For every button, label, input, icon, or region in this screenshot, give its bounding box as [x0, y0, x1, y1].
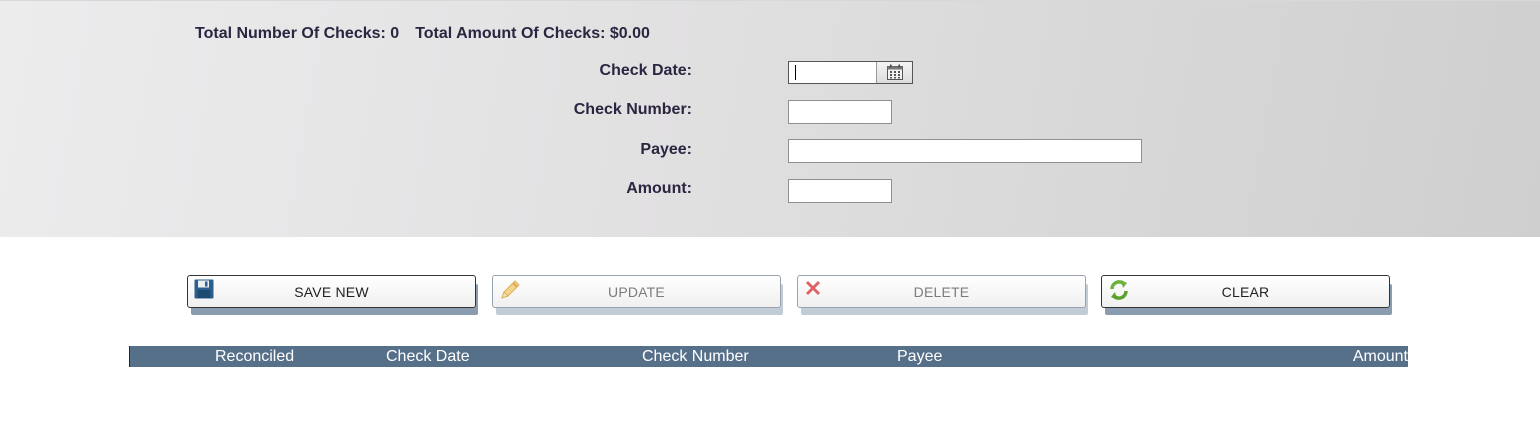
amount-label: Amount:	[626, 180, 692, 197]
payee-label: Payee:	[640, 141, 692, 158]
check-date-picker[interactable]	[788, 61, 913, 84]
clear-label: CLEAR	[1221, 284, 1270, 300]
check-number-label: Check Number:	[573, 101, 692, 118]
check-date-label: Check Date:	[599, 62, 692, 79]
text-cursor	[795, 65, 796, 80]
column-header-reconciled[interactable]: Reconciled	[215, 348, 294, 366]
column-header-payee[interactable]: Payee	[897, 348, 942, 366]
column-header-check-number[interactable]: Check Number	[642, 348, 749, 366]
delete-button[interactable]: DELETE	[797, 275, 1086, 308]
calendar-icon	[887, 64, 903, 80]
total-number-of-checks: Total Number Of Checks: 0	[195, 25, 400, 42]
update-label: UPDATE	[608, 284, 665, 300]
calendar-button[interactable]	[876, 62, 912, 83]
save-new-label: SAVE NEW	[294, 284, 369, 300]
totals-summary: Total Number Of Checks: 0 Total Amount Of…	[195, 25, 650, 43]
update-button[interactable]: UPDATE	[492, 275, 781, 308]
total-amount-of-checks: Total Amount Of Checks: $0.00	[415, 25, 650, 42]
check-number-input[interactable]	[788, 100, 892, 124]
save-new-button[interactable]: SAVE NEW	[187, 275, 476, 308]
check-entry-panel: Total Number Of Checks: 0 Total Amount Of…	[0, 0, 1540, 237]
clear-button[interactable]: CLEAR	[1101, 275, 1390, 308]
column-header-check-date[interactable]: Check Date	[386, 348, 470, 366]
checks-grid-header: Reconciled Check Date Check Number Payee…	[129, 346, 1408, 367]
column-header-amount[interactable]: Amount	[1353, 348, 1408, 366]
delete-label: DELETE	[913, 284, 970, 300]
amount-input[interactable]	[788, 179, 892, 203]
check-date-input[interactable]	[789, 62, 876, 83]
payee-input[interactable]	[788, 139, 1142, 163]
